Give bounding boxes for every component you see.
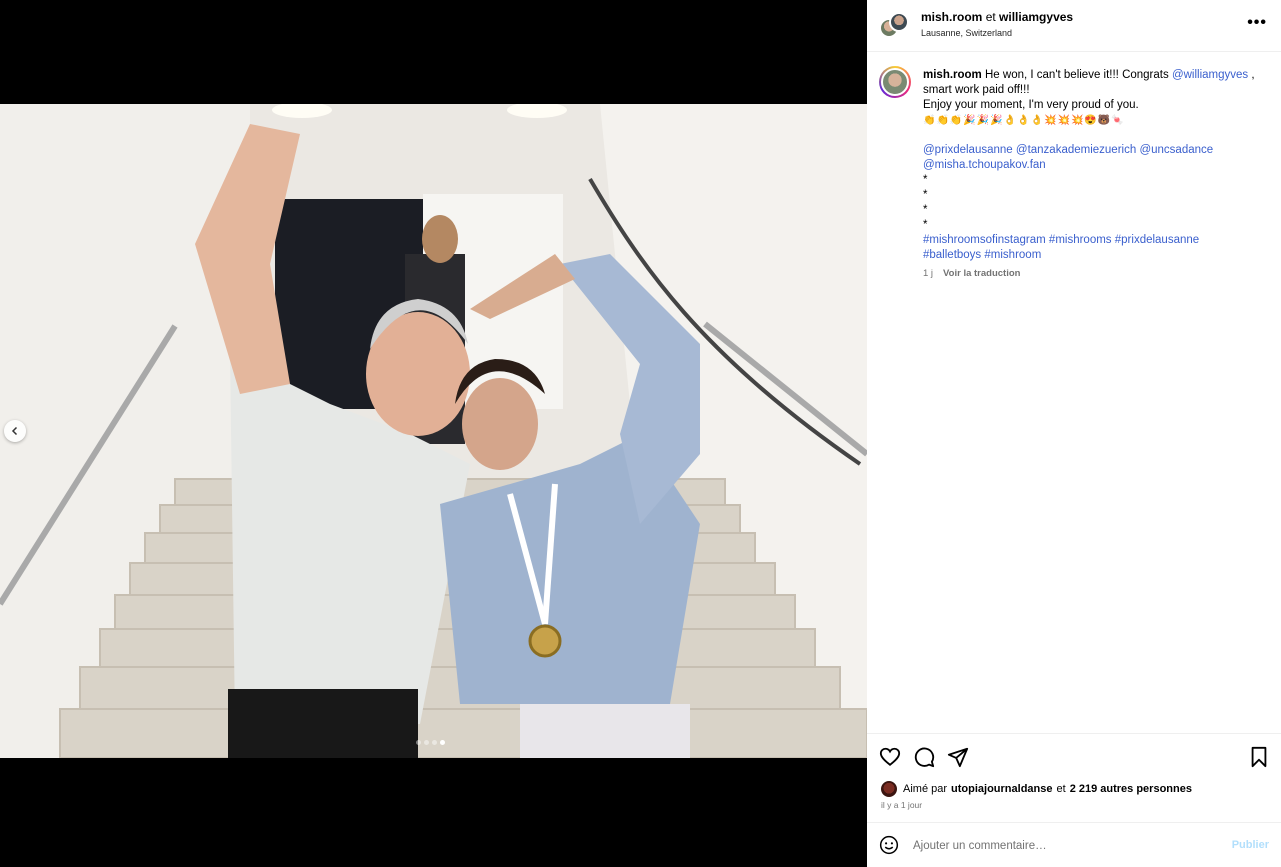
caption-hashtags: #mishroomsofinstagram #mishrooms #prixde…: [923, 233, 1263, 263]
caption-mention[interactable]: @misha.tchoupakov.fan: [923, 159, 1046, 171]
caption-meta: 1 j Voir la traduction: [923, 268, 1020, 279]
caption-mention[interactable]: @uncsadance: [1139, 144, 1213, 156]
carousel-dot: [416, 740, 421, 745]
caption-hashtag[interactable]: #balletboys: [923, 249, 981, 261]
carousel-dots: [416, 740, 445, 745]
caption-hashtag[interactable]: #mishroomsofinstagram: [923, 234, 1046, 246]
heart-icon: [879, 747, 901, 766]
post-header: mish.room et williamgyves Lausanne, Swit…: [867, 0, 1281, 52]
smiley-icon: [879, 835, 899, 855]
caption-separator: *: [923, 204, 928, 216]
more-horizontal-icon: •••: [1247, 14, 1267, 31]
save-button[interactable]: [1249, 746, 1269, 773]
likes-summary: Aimé par utopiajournaldanse et 2 219 aut…: [881, 781, 1192, 797]
comment-input[interactable]: [913, 835, 1213, 857]
collab-avatars[interactable]: [879, 12, 909, 40]
caption-text-part: He won, I can't believe it!!! Congrats: [985, 69, 1172, 81]
emoji-picker-button[interactable]: [879, 835, 899, 860]
comment-icon: [914, 747, 935, 768]
caption-mention[interactable]: @prixdelausanne: [923, 144, 1013, 156]
publish-button[interactable]: Publier: [1232, 839, 1269, 851]
author-conj: et: [985, 10, 996, 24]
caption-username[interactable]: mish.room: [923, 69, 982, 81]
caption-mentions: @prixdelausanne @tanzakademiezuerich @un…: [923, 143, 1263, 173]
caption-separator: *: [923, 219, 928, 231]
author-link[interactable]: williamgyves: [999, 10, 1073, 24]
location-link[interactable]: Lausanne, Switzerland: [921, 28, 1012, 38]
likes-count-link[interactable]: 2 219 autres personnes: [1070, 783, 1192, 795]
carousel-prev-button[interactable]: [4, 420, 26, 442]
photo-illustration: [0, 104, 867, 758]
caption-separator: *: [923, 189, 928, 201]
bookmark-icon: [1251, 746, 1267, 768]
action-bar: [867, 733, 1281, 781]
carousel-dot: [424, 740, 429, 745]
post-timestamp[interactable]: il y a 1 jour: [881, 800, 922, 810]
caption-avatar[interactable]: [879, 66, 911, 98]
caption-separator: *: [923, 174, 928, 186]
chevron-left-icon: [11, 426, 18, 436]
more-options-button[interactable]: •••: [1247, 14, 1267, 32]
post-sidebar: mish.room et williamgyves Lausanne, Swit…: [867, 0, 1281, 867]
caption-mention[interactable]: @tanzakademiezuerich: [1016, 144, 1136, 156]
caption-text: mish.room He won, I can't believe it!!! …: [923, 68, 1263, 263]
liker-avatar[interactable]: [881, 781, 897, 797]
send-icon: [947, 747, 969, 768]
caption-mention[interactable]: @williamgyves: [1172, 69, 1248, 81]
caption-emojis: 👏👏👏🎉🎉🎉👌👌👌💥💥💥😍🐻🍬: [923, 115, 1125, 126]
post-photo[interactable]: [0, 104, 867, 758]
caption-line: mish.room He won, I can't believe it!!! …: [923, 68, 1263, 98]
caption-separators: * * * *: [923, 173, 1263, 233]
caption-hashtag[interactable]: #prixdelausanne: [1115, 234, 1199, 246]
caption-age: 1 j: [923, 268, 934, 279]
comment-bar: Publier: [867, 822, 1281, 867]
see-translation-link[interactable]: Voir la traduction: [943, 268, 1020, 279]
likes-prefix: Aimé par: [903, 783, 948, 795]
author-link[interactable]: mish.room: [921, 10, 982, 24]
avatar: [889, 12, 909, 32]
liker-username[interactable]: utopiajournaldanse: [951, 783, 1052, 795]
share-button[interactable]: [947, 746, 969, 773]
media-panel: [0, 0, 867, 867]
caption-line: Enjoy your moment, I'm very proud of you…: [923, 99, 1139, 111]
caption-hashtag[interactable]: #mishroom: [984, 249, 1041, 261]
likes-conj: et: [1056, 783, 1066, 795]
caption-hashtag[interactable]: #mishrooms: [1049, 234, 1112, 246]
carousel-dot: [432, 740, 437, 745]
instagram-post-modal: mish.room et williamgyves Lausanne, Swit…: [0, 0, 1281, 867]
carousel-dot: [440, 740, 445, 745]
comment-button[interactable]: [913, 746, 935, 773]
post-authors: mish.room et williamgyves: [921, 10, 1073, 24]
like-button[interactable]: [879, 746, 901, 773]
